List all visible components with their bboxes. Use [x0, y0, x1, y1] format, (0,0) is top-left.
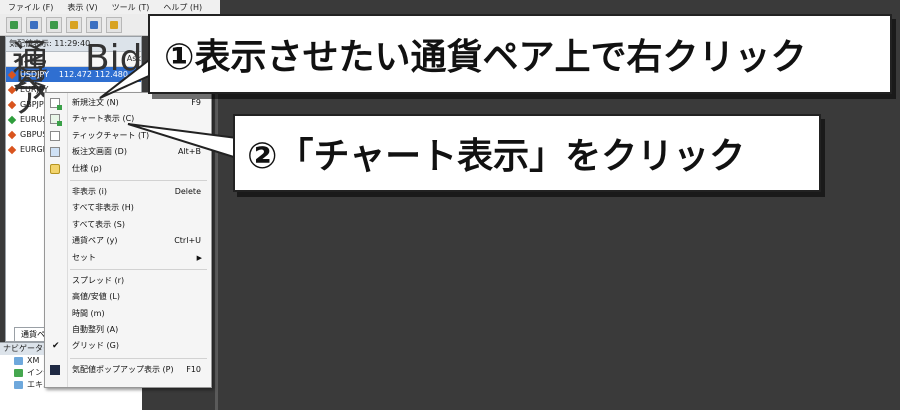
menu-item-label: 通貨ペア (y): [72, 236, 118, 246]
submenu-arrow-icon: ▶: [196, 253, 202, 262]
callout-step1: ①表示させたい通貨ペア上で右クリック: [148, 14, 892, 94]
menu-item-new-order[interactable]: 新規注文 (N) F9: [45, 95, 211, 111]
menu-item-symbols[interactable]: 通貨ペア (y) Ctrl+U: [45, 233, 211, 249]
menu-item-label: チャート表示 (C): [72, 114, 135, 124]
menu-item-popup-prices[interactable]: 気配値ポップアップ表示 (P) F10: [45, 362, 211, 378]
indicator-icon: [14, 369, 23, 377]
menu-item-label: 新規注文 (N): [72, 98, 119, 107]
menu-item-label: ティックチャート (T): [72, 130, 150, 140]
menu-item-hide-all[interactable]: すべて非表示 (H): [45, 200, 211, 216]
menu-tools[interactable]: ツール (T): [112, 2, 150, 13]
menu-item-high-low[interactable]: 高値/安値 (L): [45, 289, 211, 305]
menu-item-auto-arrange[interactable]: 自動整列 (A): [45, 322, 211, 338]
chart-window-icon: [50, 114, 62, 127]
menu-item-depth-of-market[interactable]: 板注文画面 (D) Alt+B: [45, 144, 211, 160]
menu-view[interactable]: 表示 (V): [67, 2, 97, 13]
account-icon: [14, 357, 23, 365]
depth-of-market-icon: [50, 147, 60, 158]
menu-item-label: 気配値ポップアップ表示 (P): [72, 364, 174, 374]
ask-value: 112.480: [94, 70, 128, 79]
menu-item-label: セット: [72, 252, 96, 262]
menu-item-shortcut: Alt+B: [177, 147, 201, 157]
col-ask[interactable]: Ask: [119, 52, 141, 66]
menu-item-label: 非表示 (i): [72, 186, 108, 196]
menu-item-shortcut: Ctrl+U: [174, 236, 201, 246]
menu-item-label: 高値/安値 (L): [72, 292, 120, 302]
expert-icon: [14, 381, 23, 389]
menu-item-label: スプレッド (r): [72, 275, 125, 285]
menu-item-grid[interactable]: ✔ グリッド (G): [45, 338, 211, 354]
profiles-icon[interactable]: [26, 17, 42, 33]
navigator-item-label: XM: [27, 356, 40, 365]
menu-file[interactable]: ファイル (F): [8, 2, 53, 13]
callout-step2: ②「チャート表示」をクリック: [233, 114, 821, 192]
new-chart-icon[interactable]: [6, 17, 22, 33]
terminal-icon[interactable]: [86, 17, 102, 33]
menu-item-label: 板注文画面 (D): [72, 147, 127, 157]
specification-icon: [50, 163, 60, 174]
market-watch-header: 通貨ペア Bid Ask: [6, 41, 141, 119]
menu-item-label: すべて非表示 (H): [72, 203, 134, 213]
menu-separator: [70, 268, 207, 270]
menu-item-label: 仕様 (p): [72, 163, 102, 173]
menu-item-shortcut: F9: [191, 98, 201, 107]
menu-bar: ファイル (F) 表示 (V) ツール (T) ヘルプ (H): [0, 0, 220, 14]
navigator-icon[interactable]: [66, 17, 82, 33]
tester-icon[interactable]: [106, 17, 122, 33]
menu-item-chart-window[interactable]: チャート表示 (C): [45, 111, 211, 127]
symbol-name: USDJPY: [20, 70, 49, 79]
menu-item-show-all[interactable]: すべて表示 (S): [45, 217, 211, 233]
menu-separator: [70, 357, 207, 359]
context-menu: 新規注文 (N) F9 チャート表示 (C) ティックチャート (T) 板注文画面…: [44, 92, 212, 388]
menu-item-sets[interactable]: セット ▶: [45, 250, 211, 266]
menu-item-label: 自動整列 (A): [72, 325, 119, 335]
symbol-row-usdjpy[interactable]: USDJPY 112.472 112.480: [6, 67, 141, 82]
new-order-icon: [50, 98, 62, 110]
menu-item-shortcut: F10: [186, 364, 201, 374]
popup-prices-icon: [50, 364, 60, 375]
menu-item-shortcut: Delete: [174, 186, 201, 196]
menu-item-hide[interactable]: 非表示 (i) Delete: [45, 184, 211, 200]
menu-item-specification[interactable]: 仕様 (p): [45, 161, 211, 177]
menu-separator: [70, 179, 207, 181]
app-window: ファイル (F) 表示 (V) ツール (T) ヘルプ (H) 気配値表示: 1…: [0, 0, 900, 410]
tick-chart-icon: [50, 130, 60, 141]
menu-item-time[interactable]: 時間 (m): [45, 306, 211, 322]
checkmark-icon: ✔: [52, 341, 60, 352]
menu-item-label: 時間 (m): [72, 308, 105, 318]
menu-item-label: グリッド (G): [72, 341, 119, 351]
menu-help[interactable]: ヘルプ (H): [163, 2, 202, 13]
menu-item-label: すべて表示 (S): [72, 219, 125, 229]
menu-item-spread[interactable]: スプレッド (r): [45, 273, 211, 289]
diamond-icon: [7, 145, 17, 154]
bid-value: 112.472: [58, 70, 92, 79]
menu-item-tick-chart[interactable]: ティックチャート (T): [45, 128, 211, 144]
market-watch-icon[interactable]: [46, 17, 62, 33]
